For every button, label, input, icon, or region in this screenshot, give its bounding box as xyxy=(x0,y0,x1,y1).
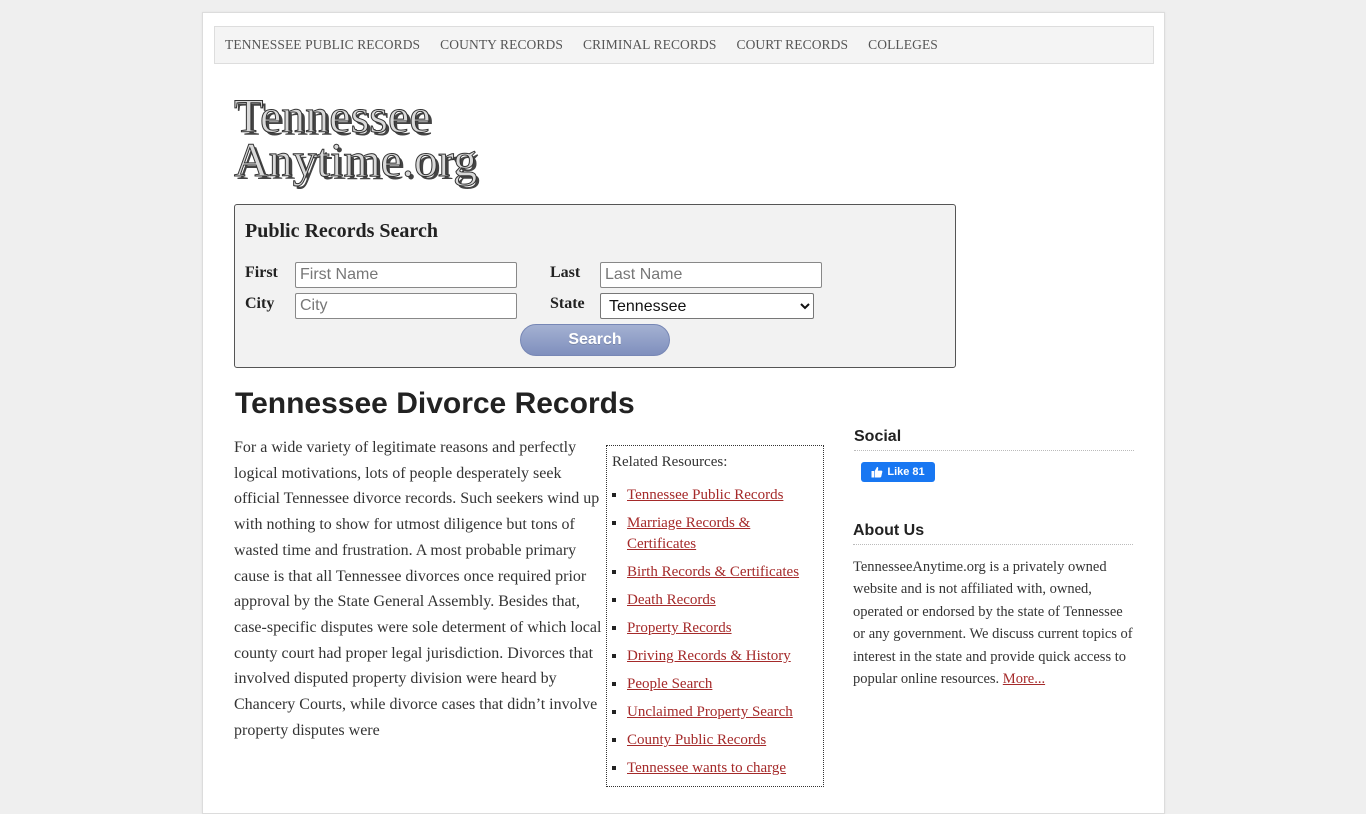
search-button[interactable]: Search xyxy=(520,324,670,356)
state-select[interactable]: Tennessee xyxy=(600,293,814,319)
nav-court-records[interactable]: COURT RECORDS xyxy=(726,37,858,53)
nav-criminal-records[interactable]: CRIMINAL RECORDS xyxy=(573,37,727,53)
nav-county-records[interactable]: COUNTY RECORDS xyxy=(430,37,573,53)
list-item: Birth Records & Certificates xyxy=(627,562,821,583)
first-name-label: First xyxy=(245,264,278,281)
related-resources-title: Related Resources: xyxy=(612,454,728,470)
list-item: Tennessee wants to charge xyxy=(627,758,821,779)
page-container: TENNESSEE PUBLIC RECORDS COUNTY RECORDS … xyxy=(202,12,1165,814)
list-item: Driving Records & History xyxy=(627,646,821,667)
about-us-body: TennesseeAnytime.org is a privately owne… xyxy=(853,559,1133,688)
related-resources-box: Related Resources: Tennessee Public Reco… xyxy=(606,445,824,787)
list-item: Tennessee Public Records xyxy=(627,485,821,506)
related-link-birth-records[interactable]: Birth Records & Certificates xyxy=(627,564,799,580)
about-more-link[interactable]: More... xyxy=(1003,671,1045,687)
last-name-label: Last xyxy=(550,264,581,281)
related-link-driving-records[interactable]: Driving Records & History xyxy=(627,648,791,664)
about-us-heading: About Us xyxy=(853,522,1133,545)
nav-tennessee-public-records[interactable]: TENNESSEE PUBLIC RECORDS xyxy=(215,37,430,53)
site-logo[interactable]: Tennessee Anytime.org Tennessee Anytime.… xyxy=(233,93,495,193)
facebook-like-button[interactable]: Like 81 xyxy=(861,462,935,482)
first-name-input[interactable] xyxy=(295,262,517,288)
nav-colleges[interactable]: COLLEGES xyxy=(858,37,948,53)
list-item: Death Records xyxy=(627,590,821,611)
related-link-people-search[interactable]: People Search xyxy=(627,676,712,692)
social-heading: Social xyxy=(854,428,1134,451)
related-link-death-records[interactable]: Death Records xyxy=(627,592,716,608)
article-body: For a wide variety of legitimate reasons… xyxy=(234,439,602,739)
like-count-label: Like 81 xyxy=(887,466,925,478)
list-item: Unclaimed Property Search xyxy=(627,702,821,723)
about-us-text: TennesseeAnytime.org is a privately owne… xyxy=(853,556,1133,690)
related-link-marriage-records[interactable]: Marriage Records & Certificates xyxy=(627,515,750,552)
list-item: Property Records xyxy=(627,618,821,639)
city-label: City xyxy=(245,295,275,312)
logo-line2: Anytime.org xyxy=(234,134,477,187)
page-title: Tennessee Divorce Records xyxy=(235,387,635,420)
last-name-input[interactable] xyxy=(600,262,822,288)
related-link-unclaimed-property[interactable]: Unclaimed Property Search xyxy=(627,704,793,720)
list-item: Marriage Records & Certificates xyxy=(627,513,821,555)
related-link-tennessee-charge[interactable]: Tennessee wants to charge xyxy=(627,760,786,776)
search-title: Public Records Search xyxy=(245,220,438,242)
list-item: People Search xyxy=(627,674,821,695)
related-link-county-public-records[interactable]: County Public Records xyxy=(627,732,766,748)
related-resources-list: Tennessee Public Records Marriage Record… xyxy=(611,485,821,786)
state-label: State xyxy=(550,295,585,312)
public-records-search-box: Public Records Search First Last City St… xyxy=(234,204,956,368)
thumbs-up-icon xyxy=(871,466,883,478)
list-item: County Public Records xyxy=(627,730,821,751)
related-link-property-records[interactable]: Property Records xyxy=(627,620,732,636)
related-link-public-records[interactable]: Tennessee Public Records xyxy=(627,487,783,503)
city-input[interactable] xyxy=(295,293,517,319)
top-navigation: TENNESSEE PUBLIC RECORDS COUNTY RECORDS … xyxy=(214,26,1154,64)
